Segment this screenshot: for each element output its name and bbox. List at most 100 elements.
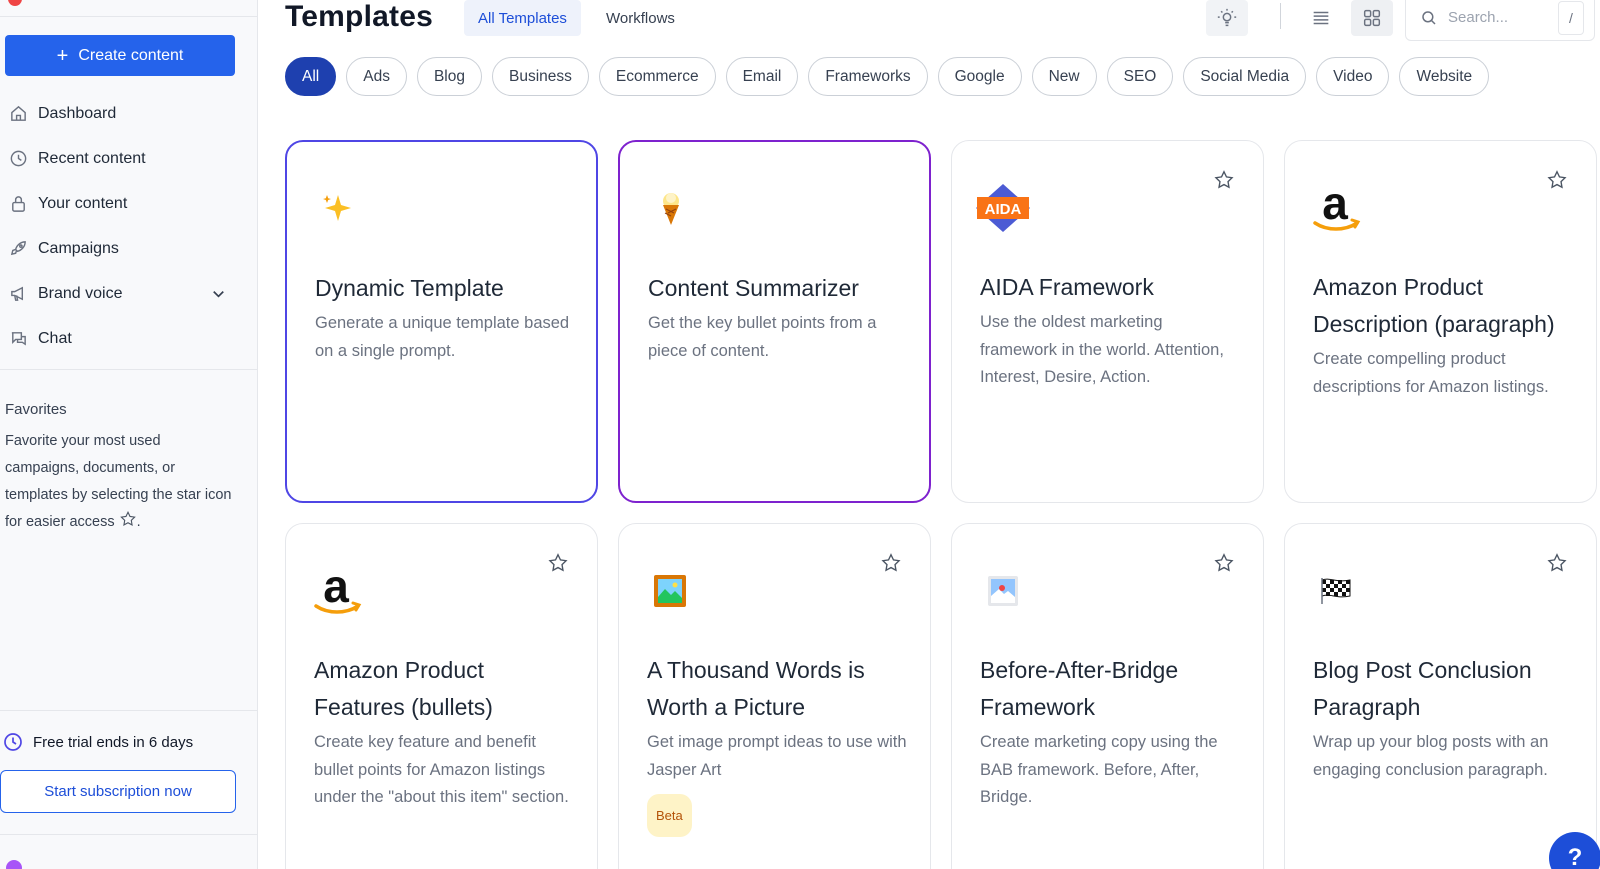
- trial-text: Free trial ends in 6 days: [33, 733, 194, 751]
- template-card-title: Content Summarizer: [648, 275, 859, 301]
- sidebar-item-brand-voice[interactable]: Brand voice: [0, 271, 258, 316]
- beta-badge: Beta: [647, 794, 692, 837]
- sidebar-divider: [0, 834, 258, 835]
- template-card-description: Create compelling product descriptions f…: [1313, 350, 1549, 396]
- sparkles-icon: [311, 182, 365, 236]
- template-card-description: Get the key bullet points from a piece o…: [648, 314, 877, 360]
- sidebar-divider: [0, 710, 258, 711]
- clock-icon: [10, 150, 27, 167]
- favorite-star-icon[interactable]: [1213, 169, 1235, 191]
- filter-chip-website[interactable]: Website: [1399, 57, 1490, 96]
- template-card-title: AIDA Framework: [980, 274, 1154, 300]
- template-card-description: Generate a unique template based on a si…: [315, 314, 570, 360]
- amazon-logo-icon: a: [1309, 181, 1363, 235]
- filter-chip-ecommerce[interactable]: Ecommerce: [598, 57, 716, 96]
- sidebar-item-campaigns[interactable]: Campaigns: [0, 226, 258, 271]
- template-card-description: Get image prompt ideas to use with Jaspe…: [647, 733, 907, 779]
- filter-chip-social-media[interactable]: Social Media: [1183, 57, 1307, 96]
- create-content-button[interactable]: + Create content: [5, 35, 235, 76]
- favorites-description-end: .: [136, 514, 141, 530]
- filter-chip-google[interactable]: Google: [937, 57, 1022, 96]
- filter-chip-new[interactable]: New: [1031, 57, 1097, 96]
- filter-chip-video[interactable]: Video: [1316, 57, 1390, 96]
- filter-chip-all[interactable]: All: [285, 57, 337, 96]
- grid-icon: [1363, 9, 1381, 27]
- template-card-description: Wrap up your blog posts with an engaging…: [1313, 733, 1549, 779]
- brand-logo[interactable]: [8, 0, 22, 6]
- filter-chip-email[interactable]: Email: [725, 57, 799, 96]
- start-subscription-button[interactable]: Start subscription now: [0, 770, 236, 813]
- template-card[interactable]: a Amazon Product Description (paragraph)…: [1284, 140, 1597, 503]
- tab-all-templates[interactable]: All Templates: [464, 0, 581, 36]
- template-card-title: Blog Post Conclusion Paragraph: [1313, 657, 1532, 720]
- filter-chip-ads[interactable]: Ads: [346, 57, 407, 96]
- template-card-content: Amazon Product Description (paragraph) C…: [1313, 269, 1578, 401]
- favorite-star-icon[interactable]: [1546, 552, 1568, 574]
- template-card[interactable]: Before-After-Bridge Framework Create mar…: [951, 523, 1264, 869]
- toolbar-divider: [1280, 3, 1281, 29]
- filter-chip-frameworks[interactable]: Frameworks: [808, 57, 928, 96]
- template-card-content: A Thousand Words is Worth a Picture Get …: [647, 652, 912, 837]
- sidebar-item-label: Your content: [38, 194, 128, 212]
- list-view-button[interactable]: [1300, 0, 1342, 36]
- sidebar-item-dashboard[interactable]: Dashboard: [0, 91, 258, 136]
- template-card-title: Amazon Product Features (bullets): [314, 657, 493, 720]
- lightbulb-button[interactable]: [1206, 0, 1248, 36]
- template-card[interactable]: Dynamic Template Generate a unique templ…: [285, 140, 598, 503]
- create-content-label: Create content: [78, 46, 184, 64]
- plus-icon: +: [56, 44, 69, 67]
- tab-workflows[interactable]: Workflows: [592, 0, 689, 36]
- sidebar-item-label: Dashboard: [38, 104, 117, 122]
- search-box: /: [1405, 0, 1595, 41]
- template-card-content: Blog Post Conclusion Paragraph Wrap up y…: [1313, 652, 1578, 784]
- trial-clock-icon: [4, 733, 22, 751]
- template-card-content: Dynamic Template Generate a unique templ…: [315, 270, 580, 365]
- megaphone-icon: [11, 286, 24, 301]
- filter-chip-seo[interactable]: SEO: [1106, 57, 1174, 96]
- template-card[interactable]: a Amazon Product Features (bullets) Crea…: [285, 523, 598, 869]
- sidebar-item-label: Recent content: [38, 149, 146, 167]
- lightbulb-icon: [1217, 8, 1237, 27]
- aida-logo-text: AIDA: [985, 201, 1022, 218]
- favorites-description: Favorite your most used campaigns, docum…: [5, 428, 235, 536]
- sidebar-item-chat[interactable]: Chat: [0, 316, 258, 361]
- favorites-title: Favorites: [5, 401, 67, 418]
- template-card[interactable]: Content Summarizer Get the key bullet po…: [618, 140, 931, 503]
- sidebar-divider: [0, 369, 258, 370]
- sidebar-item-recent-content[interactable]: Recent content: [0, 136, 258, 181]
- sidebar-nav: Dashboard Recent content Your content Ca…: [0, 91, 258, 361]
- template-card[interactable]: A Thousand Words is Worth a Picture Get …: [618, 523, 931, 869]
- sidebar-item-label: Chat: [38, 329, 72, 347]
- favorite-star-icon[interactable]: [547, 552, 569, 574]
- chat-icon: [11, 332, 26, 346]
- filter-chip-blog[interactable]: Blog: [416, 57, 482, 96]
- favorite-star-icon[interactable]: [1546, 169, 1568, 191]
- template-card[interactable]: Blog Post Conclusion Paragraph Wrap up y…: [1284, 523, 1597, 869]
- favorite-star-icon[interactable]: [880, 552, 902, 574]
- grid-view-button[interactable]: [1351, 0, 1393, 36]
- template-card-title: A Thousand Words is Worth a Picture: [647, 657, 865, 720]
- template-card[interactable]: AIDA AIDA Framework Use the oldest marke…: [951, 140, 1264, 503]
- sidebar-divider: [0, 16, 258, 17]
- template-card-content: Content Summarizer Get the key bullet po…: [648, 270, 913, 365]
- template-card-description: Create key feature and benefit bullet po…: [314, 733, 569, 806]
- aida-logo-icon: AIDA: [976, 181, 1030, 235]
- chevron-down-icon[interactable]: [209, 284, 228, 303]
- template-card-description: Use the oldest marketing framework in th…: [980, 313, 1224, 386]
- template-card-content: Before-After-Bridge Framework Create mar…: [980, 652, 1245, 812]
- search-input[interactable]: [1448, 9, 1548, 26]
- template-card-content: Amazon Product Features (bullets) Create…: [314, 652, 579, 812]
- favorite-star-icon[interactable]: [1213, 552, 1235, 574]
- template-card-content: AIDA Framework Use the oldest marketing …: [980, 269, 1245, 392]
- sidebar-item-label: Campaigns: [38, 239, 119, 257]
- template-card-description: Create marketing copy using the BAB fram…: [980, 733, 1218, 806]
- filter-chip-business[interactable]: Business: [491, 57, 589, 96]
- template-card-title: Dynamic Template: [315, 275, 504, 301]
- sidebar-item-your-content[interactable]: Your content: [0, 181, 258, 226]
- user-avatar[interactable]: [6, 860, 22, 869]
- rocket-icon: [10, 241, 26, 256]
- sidebar-item-label: Brand voice: [38, 284, 123, 302]
- search-icon: [1422, 10, 1436, 25]
- home-icon: [11, 105, 26, 121]
- trial-notice: Free trial ends in 6 days: [3, 732, 193, 752]
